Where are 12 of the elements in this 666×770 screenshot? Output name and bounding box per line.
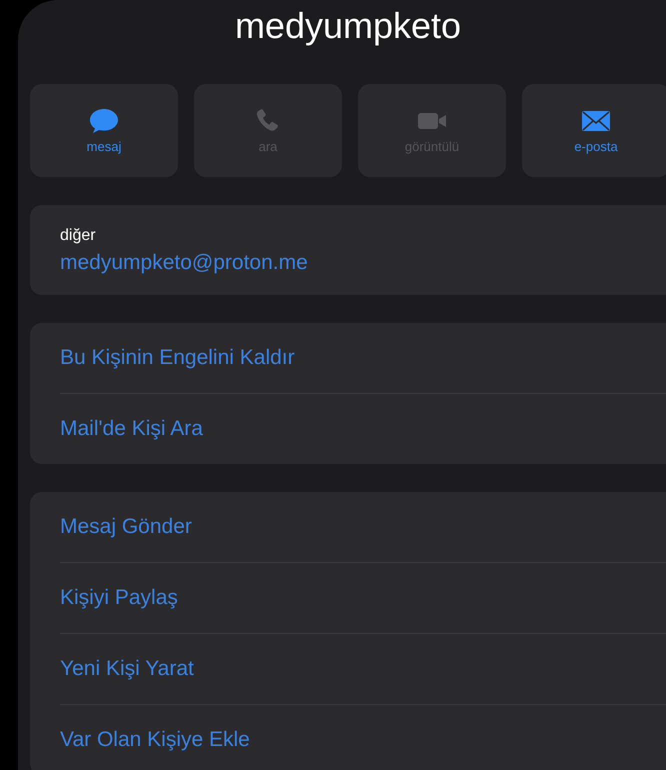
email-link[interactable]: medyumpketo@proton.me [60,251,666,275]
option-link[interactable]: Bu Kişinin Engelini Kaldır [60,346,295,370]
option-link[interactable]: Mail'de Kişi Ara [60,417,203,441]
contact-name: medyumpketo [234,4,462,48]
email-label: diğer [60,227,97,245]
option-link[interactable]: Kişiyi Paylaş [60,586,178,610]
action-button[interactable]: mesaj [30,84,178,177]
action-button[interactable]: e-posta [522,84,666,177]
option-link[interactable]: Yeni Kişi Yarat [60,657,194,681]
option-link[interactable]: Mesaj Gönder [60,515,192,539]
speech-bubble-icon [88,107,120,135]
option-link[interactable]: Var Olan Kişiye Ekle [60,728,250,752]
